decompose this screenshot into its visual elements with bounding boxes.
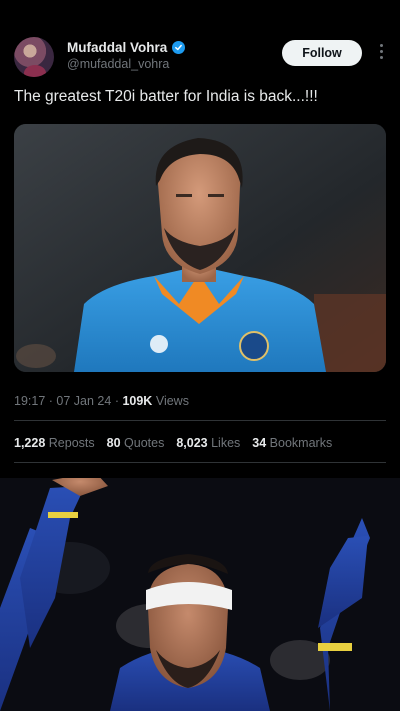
likes-label: Likes	[211, 436, 241, 450]
reposts-stat[interactable]: 1,228 Reposts	[14, 436, 95, 450]
likes-stat[interactable]: 8,023 Likes	[176, 436, 240, 450]
tweet-text: The greatest T20i batter for India is ba…	[14, 88, 318, 105]
reposts-count: 1,228	[14, 436, 46, 450]
views-count: 109K	[122, 394, 153, 408]
tweet-date: 07 Jan 24	[56, 394, 112, 408]
bookmarks-stat[interactable]: 34 Bookmarks	[252, 436, 332, 450]
author-handle[interactable]: @mufaddal_vohra	[67, 57, 169, 71]
tweet-time: 19:17	[14, 394, 46, 408]
bookmarks-count: 34	[252, 436, 267, 450]
engagement-stats: 1,228 Reposts 80 Quotes 8,023 Likes 34 B…	[14, 436, 332, 450]
quotes-label: Quotes	[124, 436, 165, 450]
quotes-stat[interactable]: 80 Quotes	[107, 436, 165, 450]
divider	[14, 420, 386, 421]
background-video-frame	[0, 478, 400, 711]
reposts-label: Reposts	[48, 436, 95, 450]
more-options-icon[interactable]	[376, 44, 386, 62]
tweet-header: Mufaddal Vohra @mufaddal_vohra Follow	[14, 36, 386, 80]
divider	[14, 462, 386, 463]
verified-badge-icon	[172, 41, 186, 54]
views-label: Views	[155, 394, 189, 408]
player-portrait-image	[14, 124, 386, 372]
follow-button[interactable]: Follow	[282, 40, 362, 66]
team-celebration-image	[0, 478, 400, 711]
author-name-row: Mufaddal Vohra	[67, 40, 186, 55]
likes-count: 8,023	[176, 436, 208, 450]
quotes-count: 80	[106, 436, 121, 450]
tweet-meta: 19:17 · 07 Jan 24 · 109K Views	[14, 394, 189, 408]
author-display-name[interactable]: Mufaddal Vohra	[67, 40, 167, 55]
author-avatar[interactable]	[14, 37, 54, 77]
tweet-photo[interactable]	[14, 124, 386, 372]
bookmarks-label: Bookmarks	[269, 436, 333, 450]
